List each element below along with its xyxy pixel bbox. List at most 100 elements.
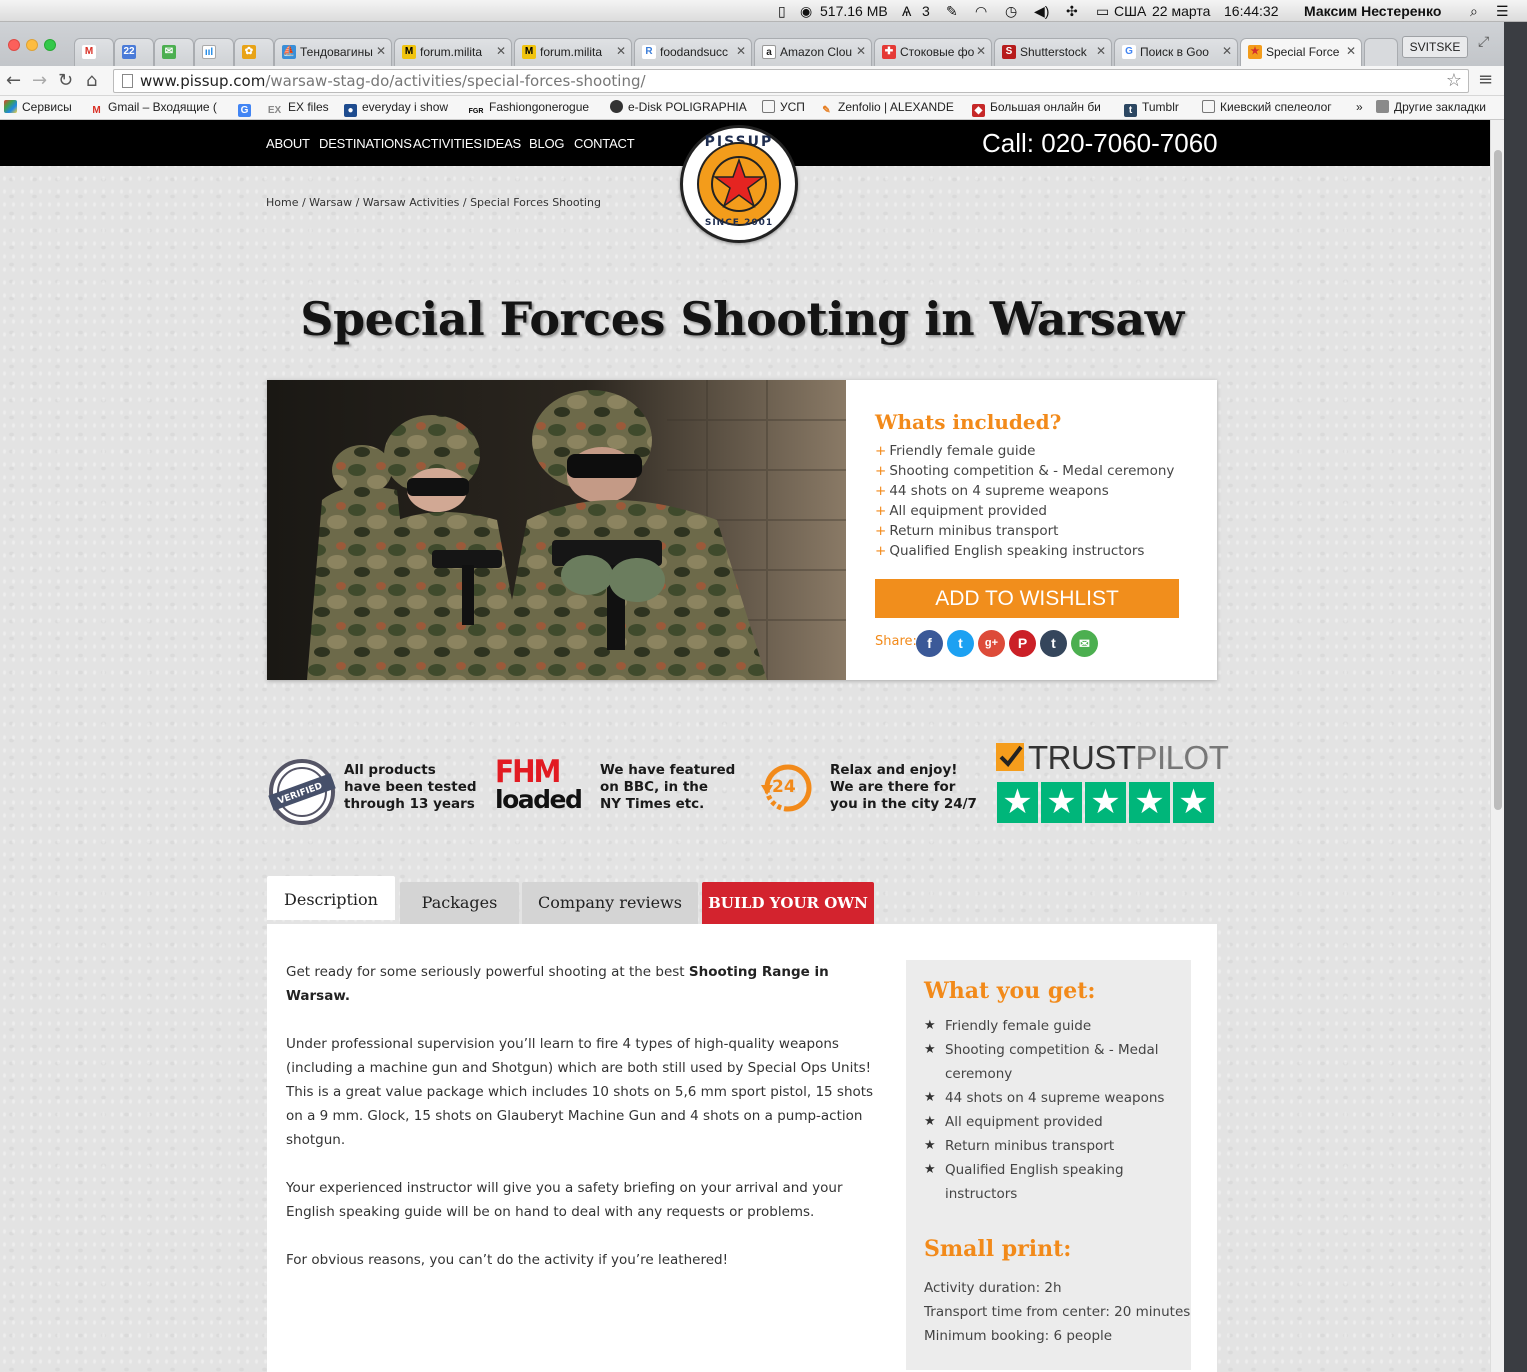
- close-tab-icon[interactable]: ✕: [616, 44, 626, 58]
- trustpilot-word-trust: TRUST: [1028, 739, 1136, 776]
- library-icon: ◆: [972, 104, 985, 117]
- bookmark-ex-files[interactable]: EX EX files: [266, 100, 329, 117]
- nav-about[interactable]: ABOUT: [266, 136, 310, 151]
- memory-readout[interactable]: 517.16 MB: [820, 3, 888, 19]
- description-intro: Get ready for some seriously powerful sh…: [286, 964, 689, 980]
- bookmark-tumblr[interactable]: t Tumblr: [1124, 100, 1179, 117]
- home-icon[interactable]: ⌂: [86, 70, 97, 91]
- close-tab-icon[interactable]: ✕: [496, 44, 506, 58]
- content-tabs: Description Packages Company reviews BUI…: [267, 876, 1217, 925]
- tab-packages[interactable]: Packages: [400, 882, 519, 925]
- close-window-button[interactable]: [8, 39, 20, 51]
- bookmarks-overflow[interactable]: »: [1356, 100, 1363, 114]
- calendar-icon: 22: [122, 45, 136, 59]
- input-locale[interactable]: США: [1114, 3, 1146, 19]
- spotlight-icon[interactable]: ⌕: [1470, 3, 1478, 20]
- browser-tab[interactable]: G Поиск в Goo ✕: [1114, 38, 1238, 66]
- fullscreen-icon[interactable]: ⤢: [1478, 34, 1489, 50]
- site-logo[interactable]: PISSUP SINCE 2001: [680, 125, 798, 243]
- bookmark-edisk[interactable]: e-Disk POLIGRAPHIA: [610, 100, 747, 114]
- browser-tab[interactable]: ✚ Стоковые фо ✕: [874, 38, 992, 66]
- bookmark-star-icon[interactable]: ☆: [1446, 70, 1462, 91]
- close-tab-icon[interactable]: ✕: [1222, 44, 1232, 58]
- volume-icon[interactable]: ◀): [1034, 3, 1049, 20]
- menubar-user[interactable]: Максим Нестеренко: [1304, 3, 1441, 19]
- address-bar[interactable]: www.pissup.com/warsaw-stag-do/activities…: [113, 69, 1469, 93]
- reload-icon[interactable]: ↻: [58, 70, 73, 91]
- nav-blog[interactable]: BLOG: [529, 136, 565, 151]
- browser-tab[interactable]: M forum.milita ✕: [394, 38, 512, 66]
- flag-icon[interactable]: ▭: [1096, 3, 1109, 20]
- tab-description[interactable]: Description: [267, 876, 395, 920]
- browser-tab[interactable]: a Amazon Clou ✕: [754, 38, 872, 66]
- notification-center-icon[interactable]: ☰: [1496, 3, 1509, 20]
- close-tab-icon[interactable]: ✕: [976, 44, 986, 58]
- nav-destinations[interactable]: DESTINATIONS: [319, 136, 412, 151]
- list-item-text: Shooting competition & - Medal ceremony: [945, 1042, 1159, 1082]
- twitter-icon[interactable]: t: [947, 630, 974, 657]
- bookmark-speleo[interactable]: Киевский спелеолог: [1202, 100, 1332, 114]
- memory-icon[interactable]: ◉: [800, 3, 812, 20]
- browser-tab[interactable]: M: [74, 38, 114, 66]
- browser-tab[interactable]: 22: [114, 38, 154, 66]
- browser-tab-active[interactable]: ★ Special Force ✕: [1240, 38, 1362, 67]
- bookmark-everyday[interactable]: ● everyday i show: [344, 100, 448, 117]
- adobe-count[interactable]: 3: [922, 3, 930, 19]
- nav-ideas[interactable]: IDEAS: [483, 136, 521, 151]
- back-arrow-icon[interactable]: ←: [6, 70, 21, 91]
- nav-contact[interactable]: CONTACT: [574, 136, 635, 151]
- breadcrumb[interactable]: Home / Warsaw / Warsaw Activities / Spec…: [266, 196, 601, 209]
- bookmark-zenfolio[interactable]: ✎ Zenfolio | ALEXANDE: [820, 100, 954, 117]
- profile-button[interactable]: SVITSKE: [1402, 36, 1468, 58]
- bookmark-library[interactable]: ◆ Большая онлайн би: [972, 100, 1101, 117]
- nav-activities[interactable]: ACTIVITIES: [413, 136, 482, 151]
- forward-arrow-icon[interactable]: →: [32, 70, 47, 91]
- close-tab-icon[interactable]: ✕: [736, 44, 746, 58]
- browser-tab[interactable]: ııl: [194, 38, 234, 66]
- close-tab-icon[interactable]: ✕: [1346, 44, 1356, 58]
- apps-grid-icon: [4, 100, 17, 113]
- bookmark-fashion[interactable]: FGR Fashiongonerogue: [468, 100, 589, 118]
- tab-build-your-own[interactable]: BUILD YOUR OWN: [702, 882, 874, 925]
- star-icon: ★: [924, 1042, 936, 1057]
- bookmark-apps[interactable]: Сервисы: [4, 100, 72, 114]
- url-text[interactable]: www.pissup.com/warsaw-stag-do/activities…: [140, 72, 646, 90]
- add-to-wishlist-button[interactable]: ADD TO WISHLIST: [875, 579, 1179, 618]
- close-tab-icon[interactable]: ✕: [856, 44, 866, 58]
- adobe-icon[interactable]: Ѧ: [902, 3, 911, 19]
- browser-tab[interactable]: ⛵ Тендовагины ✕: [274, 38, 392, 66]
- tumblr-icon[interactable]: t: [1040, 630, 1067, 657]
- close-tab-icon[interactable]: ✕: [1096, 44, 1106, 58]
- close-tab-icon[interactable]: ✕: [376, 44, 386, 58]
- bookmark-other[interactable]: Другие закладки: [1376, 100, 1486, 114]
- browser-tab[interactable]: ✉: [154, 38, 194, 66]
- browser-tab[interactable]: R foodandsucc ✕: [634, 38, 752, 66]
- email-icon[interactable]: ✉: [1071, 630, 1098, 657]
- tab-company-reviews[interactable]: Company reviews: [522, 882, 698, 925]
- menu-icon[interactable]: ≡: [1478, 69, 1493, 90]
- time-machine-icon[interactable]: ◷: [1005, 3, 1017, 20]
- zoom-window-button[interactable]: [44, 39, 56, 51]
- bookmark-usp[interactable]: УСП: [762, 100, 805, 114]
- page-scrollbar[interactable]: [1490, 120, 1504, 1372]
- facebook-icon[interactable]: f: [916, 630, 943, 657]
- call-phone-number[interactable]: Call: 020-7060-7060: [982, 128, 1218, 159]
- trustpilot-widget[interactable]: TRUSTPILOT ★ ★ ★ ★ ★: [996, 739, 1229, 830]
- menubar-time: 16:44:32: [1224, 3, 1279, 19]
- bookmark-translate[interactable]: G: [238, 100, 256, 117]
- browser-tab[interactable]: ✿: [234, 38, 274, 66]
- extension-icon[interactable]: ▯: [778, 3, 786, 20]
- wifi-icon[interactable]: ◠: [975, 3, 987, 20]
- sync-icon[interactable]: ✎: [946, 3, 958, 20]
- mail-icon: ✉: [162, 45, 176, 59]
- browser-tab[interactable]: M forum.milita ✕: [514, 38, 632, 66]
- google-plus-icon[interactable]: g+: [978, 630, 1005, 657]
- minimize-window-button[interactable]: [26, 39, 38, 51]
- tab-title: forum.milita: [420, 45, 483, 59]
- new-tab-button[interactable]: [1364, 38, 1398, 66]
- bookmark-gmail[interactable]: M Gmail – Входящие (: [90, 100, 217, 117]
- scrollbar-thumb[interactable]: [1494, 150, 1502, 810]
- pinterest-icon[interactable]: P: [1009, 630, 1036, 657]
- browser-tab[interactable]: S Shutterstock ✕: [994, 38, 1112, 66]
- bluetooth-icon[interactable]: ✣: [1066, 3, 1078, 20]
